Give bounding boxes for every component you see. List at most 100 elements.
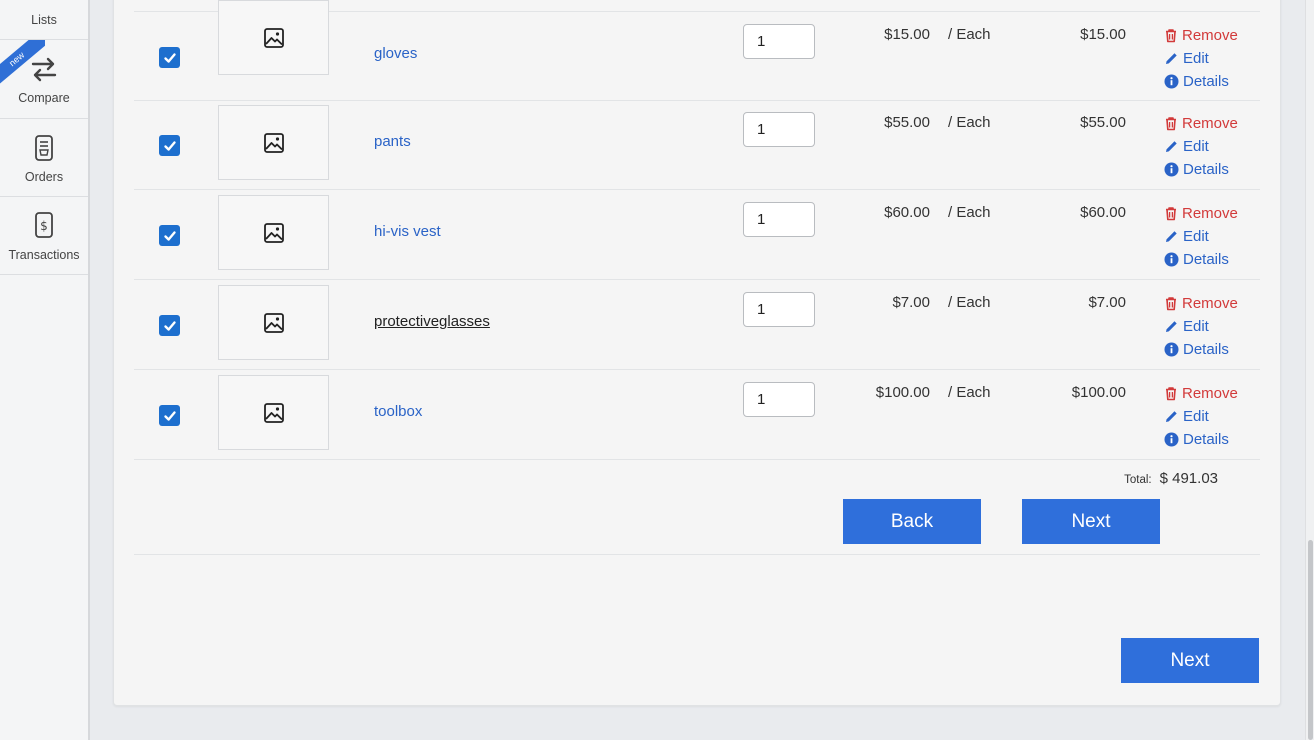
- sidebar-item-label: Orders: [24, 170, 64, 184]
- item-checkbox[interactable]: [159, 315, 180, 336]
- image-placeholder-icon: [263, 312, 284, 333]
- sidebar-item-label: Lists: [31, 13, 57, 27]
- quantity-input[interactable]: 1: [743, 24, 815, 59]
- quantity-input[interactable]: 1: [743, 292, 815, 327]
- trash-icon: [1166, 297, 1176, 311]
- trash-icon: [1166, 387, 1176, 401]
- svg-text:$: $: [40, 219, 48, 233]
- edit-link[interactable]: Edit: [1164, 315, 1238, 338]
- compare-arrows-icon: [31, 57, 57, 82]
- unit-price: $15.00: [884, 26, 930, 43]
- product-thumbnail[interactable]: [218, 375, 329, 450]
- edit-link[interactable]: Edit: [1164, 405, 1238, 428]
- item-checkbox[interactable]: [159, 405, 180, 426]
- info-icon: [1164, 252, 1179, 267]
- row-actions: Remove Edit Details: [1164, 382, 1238, 451]
- details-link[interactable]: Details: [1164, 70, 1238, 93]
- quantity-input[interactable]: 1: [743, 112, 815, 147]
- row-actions: Remove Edit Details: [1164, 292, 1238, 361]
- sidebar-item-label: Compare: [18, 91, 70, 105]
- remove-link[interactable]: Remove: [1164, 202, 1238, 225]
- sidebar-item-lists[interactable]: Lists: [0, 0, 88, 40]
- sidebar-item-label: Transactions: [8, 248, 80, 262]
- quantity-input[interactable]: 1: [743, 202, 815, 237]
- details-label: Details: [1183, 431, 1229, 448]
- remove-link[interactable]: Remove: [1164, 382, 1238, 405]
- edit-label: Edit: [1183, 138, 1209, 155]
- sidebar-item-orders[interactable]: Orders: [0, 119, 88, 197]
- pencil-icon: [1166, 231, 1177, 242]
- transactions-icon: $: [35, 212, 53, 238]
- back-button[interactable]: Back: [843, 499, 981, 544]
- item-checkbox[interactable]: [159, 47, 180, 68]
- cart-row: toolbox 1 $100.00 / Each $100.00 Remove …: [134, 370, 1260, 460]
- checkmark-icon: [163, 140, 176, 151]
- product-name-link[interactable]: hi-vis vest: [374, 223, 441, 240]
- unit-price: $7.00: [892, 294, 930, 311]
- edit-label: Edit: [1183, 228, 1209, 245]
- sidebar: Lists new Compare Orders $ Transactions: [0, 0, 90, 740]
- edit-link[interactable]: Edit: [1164, 47, 1238, 70]
- edit-label: Edit: [1183, 318, 1209, 335]
- product-thumbnail[interactable]: [218, 195, 329, 270]
- details-link[interactable]: Details: [1164, 158, 1238, 181]
- sidebar-item-transactions[interactable]: $ Transactions: [0, 197, 88, 275]
- pencil-icon: [1166, 53, 1177, 64]
- image-placeholder-icon: [263, 27, 284, 48]
- remove-link[interactable]: Remove: [1164, 112, 1238, 135]
- pencil-icon: [1166, 411, 1177, 422]
- orders-icon: [35, 135, 53, 161]
- product-thumbnail[interactable]: [218, 0, 329, 75]
- remove-link[interactable]: Remove: [1164, 24, 1238, 47]
- cart-total: Total: $ 491.03: [1124, 470, 1218, 487]
- product-thumbnail[interactable]: [218, 285, 329, 360]
- unit-label: / Each: [948, 114, 991, 131]
- cart-row: pants 1 $55.00 / Each $55.00 Remove Edit…: [134, 100, 1260, 190]
- line-total: $55.00: [1080, 114, 1126, 131]
- product-thumbnail[interactable]: [218, 105, 329, 180]
- unit-label: / Each: [948, 294, 991, 311]
- row-actions: Remove Edit Details: [1164, 112, 1238, 181]
- cart-card: gloves 1 $15.00 / Each $15.00 Remove Edi…: [113, 0, 1281, 706]
- pencil-icon: [1166, 141, 1177, 152]
- unit-label: / Each: [948, 26, 991, 43]
- item-checkbox[interactable]: [159, 225, 180, 246]
- quantity-input[interactable]: 1: [743, 382, 815, 417]
- sidebar-item-compare[interactable]: new Compare: [0, 40, 88, 119]
- cart-row: hi-vis vest 1 $60.00 / Each $60.00 Remov…: [134, 190, 1260, 280]
- image-placeholder-icon: [263, 402, 284, 423]
- details-label: Details: [1183, 251, 1229, 268]
- details-label: Details: [1183, 341, 1229, 358]
- trash-icon: [1166, 117, 1176, 131]
- remove-link[interactable]: Remove: [1164, 292, 1238, 315]
- image-placeholder-icon: [263, 222, 284, 243]
- edit-link[interactable]: Edit: [1164, 225, 1238, 248]
- unit-price: $55.00: [884, 114, 930, 131]
- unit-price: $100.00: [875, 384, 930, 401]
- product-name-link[interactable]: toolbox: [374, 403, 422, 420]
- unit-label: / Each: [948, 204, 991, 221]
- details-link[interactable]: Details: [1164, 338, 1238, 361]
- scrollbar-thumb[interactable]: [1308, 540, 1313, 740]
- product-name-link[interactable]: gloves: [374, 45, 417, 62]
- remove-label: Remove: [1182, 385, 1238, 402]
- line-total: $60.00: [1080, 204, 1126, 221]
- scrollbar[interactable]: [1305, 0, 1314, 740]
- total-label: Total:: [1124, 474, 1152, 486]
- info-icon: [1164, 432, 1179, 447]
- item-checkbox[interactable]: [159, 135, 180, 156]
- details-link[interactable]: Details: [1164, 428, 1238, 451]
- details-link[interactable]: Details: [1164, 248, 1238, 271]
- info-icon: [1164, 342, 1179, 357]
- details-label: Details: [1183, 161, 1229, 178]
- remove-label: Remove: [1182, 27, 1238, 44]
- next-button[interactable]: Next: [1022, 499, 1160, 544]
- edit-link[interactable]: Edit: [1164, 135, 1238, 158]
- divider: [134, 554, 1260, 555]
- edit-label: Edit: [1183, 408, 1209, 425]
- next-bottom-button[interactable]: Next: [1121, 638, 1259, 683]
- product-name-link[interactable]: pants: [374, 133, 411, 150]
- checkmark-icon: [163, 410, 176, 421]
- unit-label: / Each: [948, 384, 991, 401]
- product-name-link[interactable]: protectiveglasses: [374, 313, 490, 330]
